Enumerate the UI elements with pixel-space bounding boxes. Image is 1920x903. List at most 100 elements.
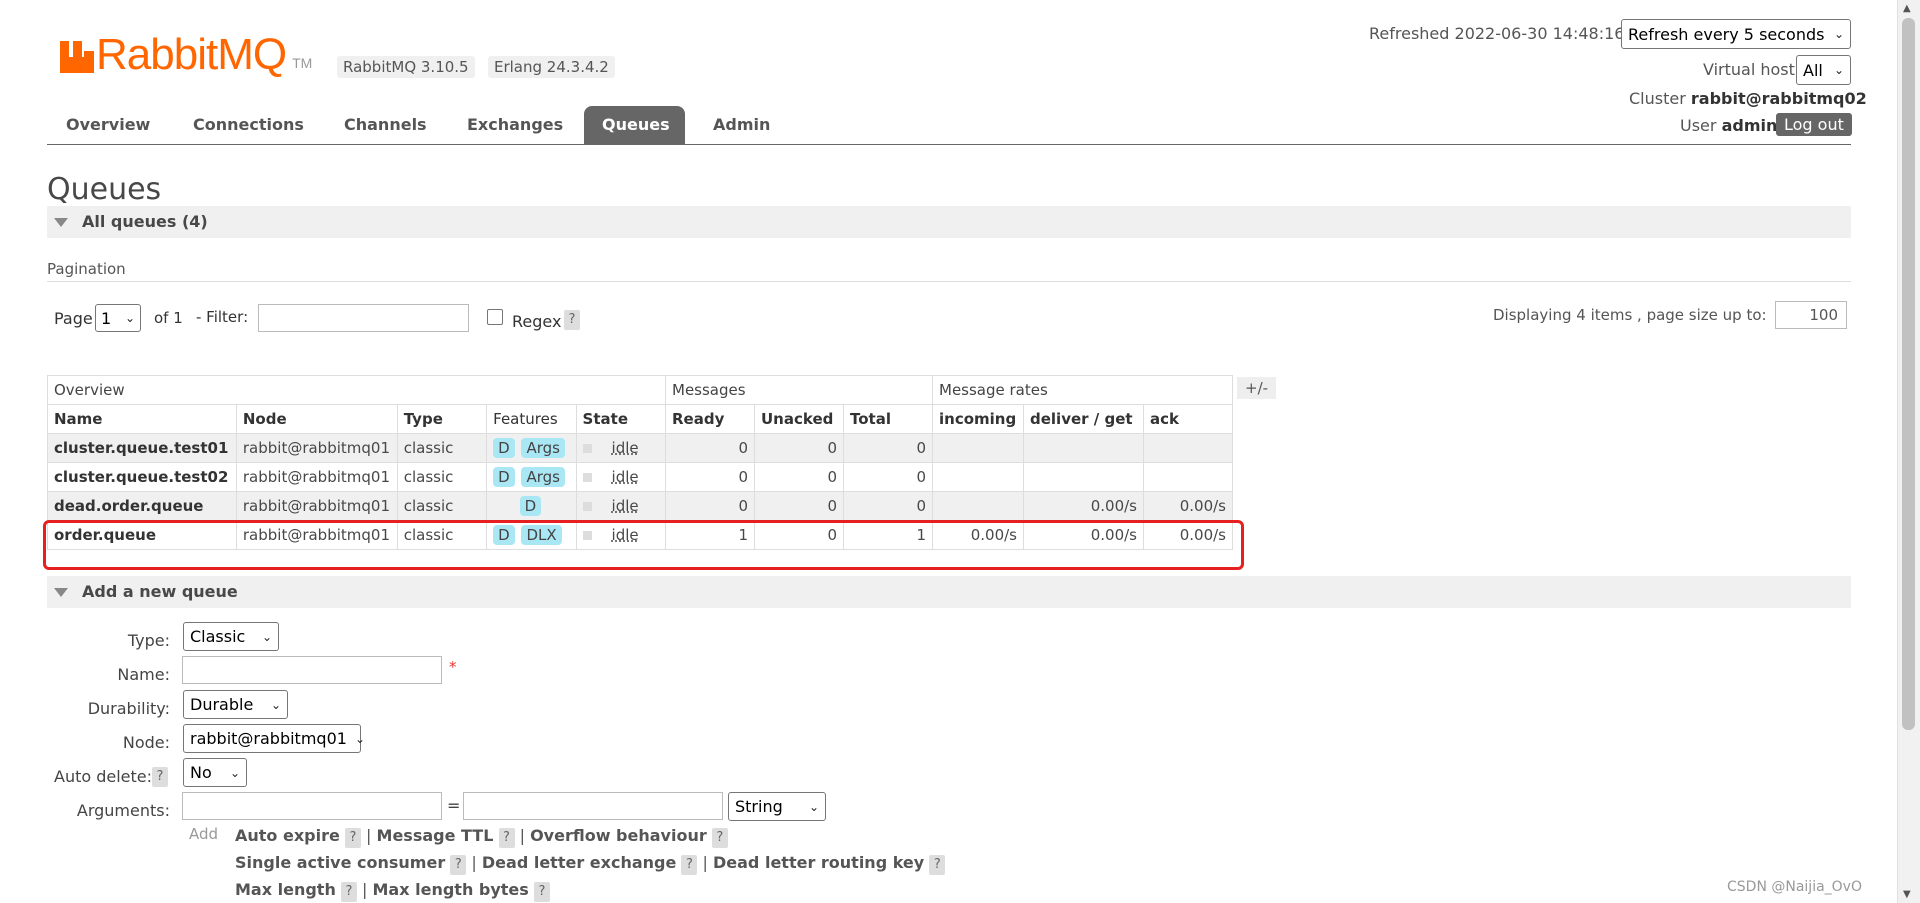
col-total[interactable]: Total	[843, 404, 933, 434]
col-type[interactable]: Type	[396, 404, 488, 434]
node-value: rabbit@rabbitmq01	[190, 729, 347, 748]
help-icon[interactable]: ?	[929, 855, 946, 875]
page-label: Page	[54, 309, 93, 328]
argument-type-value: String	[735, 797, 783, 816]
all-queues-toggle[interactable]: All queues (4)	[47, 206, 1851, 238]
filter-label: - Filter:	[196, 308, 249, 326]
collapse-triangle-icon	[54, 588, 68, 597]
scroll-down-icon[interactable]: ▼	[1903, 889, 1911, 900]
queue-type: classic	[396, 462, 488, 492]
queue-incoming	[932, 433, 1024, 463]
vertical-scrollbar[interactable]: ▲ ▼	[1897, 0, 1920, 903]
refresh-interval-select[interactable]: Refresh every 5 seconds ⌄	[1621, 19, 1851, 49]
argument-key-input[interactable]	[182, 792, 442, 820]
all-queues-label: All queues (4)	[82, 212, 208, 231]
state-icon	[582, 444, 592, 453]
argument-value-input[interactable]	[463, 792, 723, 820]
queue-name[interactable]: dead.order.queue	[47, 491, 237, 521]
col-ready[interactable]: Ready	[665, 404, 755, 434]
queue-unacked: 0	[754, 462, 844, 492]
arg-link-auto-expire[interactable]: Auto expire	[235, 826, 340, 845]
help-icon[interactable]: ?	[450, 855, 467, 875]
queue-type-select[interactable]: Classic ⌄	[183, 622, 279, 651]
durability-select[interactable]: Durable ⌄	[183, 690, 288, 719]
feature-badge: D	[519, 496, 542, 516]
queue-ack	[1143, 433, 1233, 463]
queue-name[interactable]: cluster.queue.test01	[47, 433, 237, 463]
help-icon[interactable]: ?	[344, 828, 361, 848]
add-queue-toggle[interactable]: Add a new queue	[47, 576, 1851, 608]
regex-checkbox[interactable]	[487, 309, 503, 325]
col-incoming[interactable]: incoming	[932, 404, 1024, 434]
argument-links-row-3: Max length ? | Max length bytes ?	[235, 880, 550, 902]
virtual-host-label: Virtual host	[1703, 60, 1795, 79]
csdn-watermark: CSDN @Naijia_OvO	[1727, 879, 1862, 895]
collapse-triangle-icon	[54, 218, 68, 227]
col-deliver-get[interactable]: deliver / get	[1023, 404, 1144, 434]
refresh-interval-value: Refresh every 5 seconds	[1628, 24, 1825, 44]
logo-text: RabbitMQ	[96, 30, 287, 79]
filter-input[interactable]	[258, 304, 469, 332]
chevron-down-icon: ⌄	[808, 799, 819, 814]
col-ack[interactable]: ack	[1143, 404, 1233, 434]
help-icon[interactable]: ?	[498, 828, 515, 848]
chevron-down-icon: ⌄	[1833, 63, 1844, 77]
chevron-down-icon: ⌄	[270, 697, 281, 712]
chevron-down-icon: ⌄	[1833, 27, 1844, 41]
arg-link-max-length[interactable]: Max length	[235, 880, 336, 899]
state-text: idle	[611, 497, 639, 515]
tab-connections[interactable]: Connections	[175, 106, 322, 144]
col-node[interactable]: Node	[235, 404, 398, 434]
queue-name-input[interactable]	[182, 656, 442, 684]
add-queue-title: Add a new queue	[82, 582, 238, 601]
node-select[interactable]: rabbit@rabbitmq01 ⌄	[183, 724, 365, 753]
page-select[interactable]: 1 ⌄	[95, 304, 141, 332]
rabbit-logo-icon	[60, 37, 94, 73]
queue-name[interactable]: cluster.queue.test02	[47, 462, 237, 492]
queue-total: 0	[843, 433, 933, 463]
table-row[interactable]: cluster.queue.test02 rabbit@rabbitmq01 c…	[47, 462, 1233, 492]
column-toggle-button[interactable]: +/-	[1237, 377, 1277, 399]
tab-admin[interactable]: Admin	[695, 106, 788, 144]
col-state[interactable]: State	[575, 404, 667, 434]
scroll-up-icon[interactable]: ▲	[1903, 3, 1911, 14]
chevron-down-icon: ⌄	[261, 629, 272, 644]
arg-link-single-active-consumer[interactable]: Single active consumer	[235, 853, 445, 872]
page-value: 1	[101, 308, 112, 328]
help-icon[interactable]: ?	[533, 882, 550, 902]
arg-link-dead-letter-routing-key[interactable]: Dead letter routing key	[713, 853, 924, 872]
col-name[interactable]: Name	[47, 404, 237, 434]
queue-ack	[1143, 462, 1233, 492]
argument-type-select[interactable]: String ⌄	[728, 792, 826, 821]
arg-link-message-ttl[interactable]: Message TTL	[377, 826, 494, 845]
virtual-host-select[interactable]: All ⌄	[1796, 55, 1851, 85]
arg-link-dead-letter-exchange[interactable]: Dead letter exchange	[482, 853, 676, 872]
type-label: Type:	[127, 631, 170, 650]
help-icon[interactable]: ?	[681, 855, 698, 875]
scrollbar-thumb[interactable]	[1902, 18, 1915, 730]
separator: |	[366, 826, 372, 845]
page-size-input[interactable]: 100	[1775, 301, 1847, 329]
queue-ready: 0	[665, 462, 755, 492]
tab-queues[interactable]: Queues	[584, 106, 685, 144]
auto-delete-select[interactable]: No ⌄	[183, 758, 247, 787]
auto-delete-help-icon[interactable]: ?	[152, 767, 168, 787]
table-row[interactable]: dead.order.queue rabbit@rabbitmq01 class…	[47, 491, 1233, 521]
durability-value: Durable	[190, 695, 254, 714]
table-row[interactable]: cluster.queue.test01 rabbit@rabbitmq01 c…	[47, 433, 1233, 463]
arg-link-overflow-behaviour[interactable]: Overflow behaviour	[530, 826, 707, 845]
col-unacked[interactable]: Unacked	[754, 404, 844, 434]
tab-overview[interactable]: Overview	[48, 106, 168, 144]
tab-channels[interactable]: Channels	[326, 106, 445, 144]
regex-help-icon[interactable]: ?	[564, 310, 580, 330]
arg-link-max-length-bytes[interactable]: Max length bytes	[373, 880, 529, 899]
state-icon	[582, 473, 592, 482]
help-icon[interactable]: ?	[340, 882, 357, 902]
tab-exchanges[interactable]: Exchanges	[449, 106, 581, 144]
regex-label: Regex	[512, 312, 562, 331]
group-overview: Overview	[47, 375, 666, 405]
add-argument-label: Add	[189, 825, 219, 843]
help-icon[interactable]: ?	[711, 828, 728, 848]
rabbitmq-version: RabbitMQ 3.10.5	[337, 56, 475, 78]
queue-features: D Args	[486, 433, 577, 463]
